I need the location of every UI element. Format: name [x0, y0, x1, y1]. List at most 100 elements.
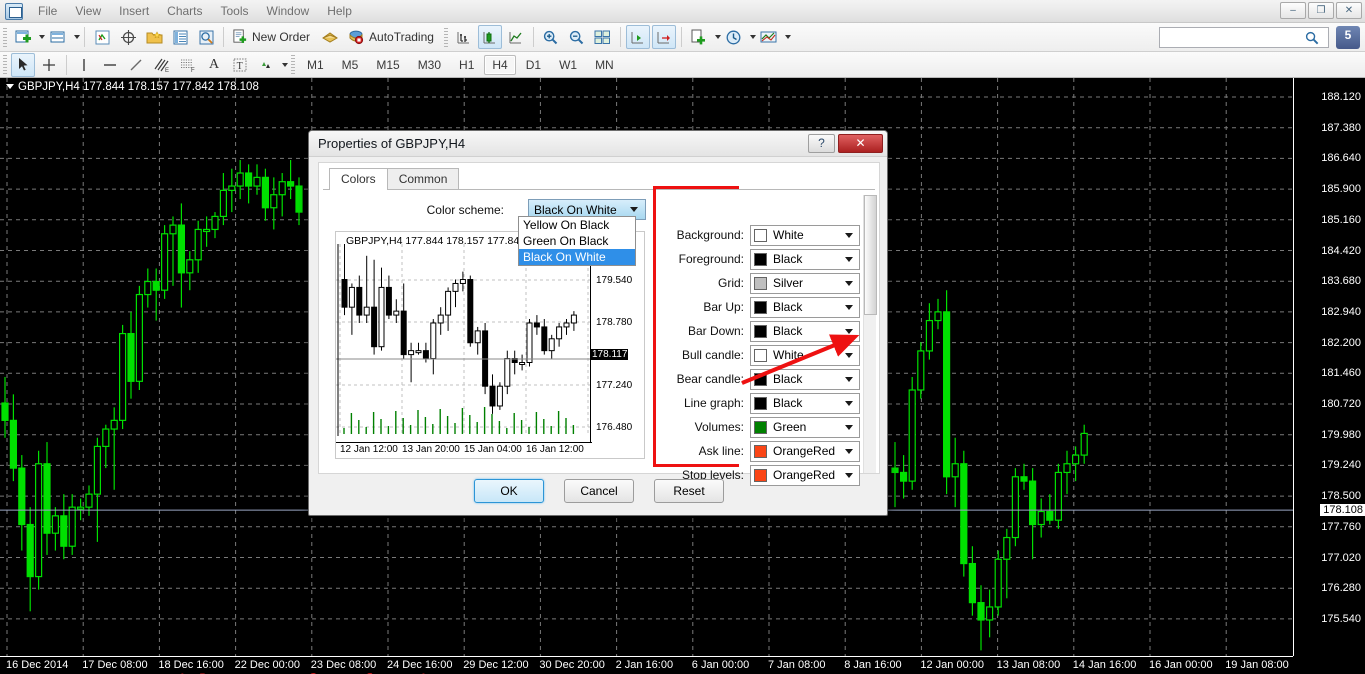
- tile-windows-icon[interactable]: [591, 25, 615, 49]
- line-chart-icon[interactable]: [504, 25, 528, 49]
- new-order-button[interactable]: New Order: [229, 25, 316, 49]
- market-watch-icon[interactable]: [90, 25, 114, 49]
- tab-common[interactable]: Common: [386, 168, 460, 190]
- chevron-down-icon: [845, 256, 853, 262]
- chart-profiles-icon[interactable]: [46, 25, 70, 49]
- chart-profiles-dropdown-icon[interactable]: [74, 35, 80, 39]
- scheme-option-0[interactable]: Yellow On Black: [519, 217, 635, 233]
- text-icon[interactable]: A: [202, 53, 226, 77]
- new-chart-dropdown-icon[interactable]: [39, 35, 45, 39]
- dialog-button-row: OK Cancel Reset: [309, 479, 889, 503]
- terminal-icon[interactable]: [194, 25, 218, 49]
- restore-button[interactable]: ❐: [1308, 2, 1334, 19]
- dialog-scrollbar[interactable]: [863, 195, 877, 473]
- menu-bar: File View Insert Charts Tools Window Help – ❐ …: [0, 0, 1365, 23]
- dialog-title-bar: Properties of GBPJPY,H4 ? ✕: [309, 131, 887, 157]
- toolbar-divider: [619, 27, 621, 47]
- timeframe-h4[interactable]: H4: [484, 54, 516, 75]
- color-select-0[interactable]: White: [750, 224, 860, 246]
- ok-button[interactable]: OK: [474, 479, 544, 503]
- text-label-icon[interactable]: T: [228, 53, 252, 77]
- shapes-icon[interactable]: [254, 53, 278, 77]
- color-swatch-icon: [754, 396, 767, 410]
- color-scheme-dropdown-list[interactable]: Yellow On Black Green On Black Black On Wh…: [518, 216, 636, 266]
- chart-menu-triangle-icon[interactable]: [6, 84, 14, 90]
- watermark-text: copyright@ www.forexfunction.com: [118, 670, 505, 674]
- navigator-icon[interactable]: [142, 25, 166, 49]
- cancel-button[interactable]: Cancel: [564, 479, 634, 503]
- preview-current-price: 178.117: [591, 349, 629, 360]
- tab-colors[interactable]: Colors: [329, 168, 388, 190]
- zoom-in-icon[interactable]: [539, 25, 563, 49]
- reset-button[interactable]: Reset: [654, 479, 724, 503]
- auto-scroll-icon[interactable]: [625, 25, 650, 49]
- timeframe-m30[interactable]: M30: [410, 55, 449, 75]
- timeframe-m15[interactable]: M15: [368, 55, 407, 75]
- help-button[interactable]: ?: [808, 134, 835, 153]
- new-chart-icon[interactable]: [11, 25, 35, 49]
- crosshair-icon[interactable]: [116, 25, 140, 49]
- timeframe-m1[interactable]: M1: [299, 55, 332, 75]
- equidistant-channel-icon[interactable]: E: [150, 53, 174, 77]
- mt4-app-icon: [5, 2, 23, 20]
- timeframe-h1[interactable]: H1: [451, 55, 482, 75]
- crosshair-icon[interactable]: [37, 53, 61, 77]
- color-select-9[interactable]: OrangeRed: [750, 440, 860, 462]
- indicator-dropdown-icon[interactable]: [714, 35, 721, 39]
- period-icon[interactable]: [722, 25, 746, 49]
- price-tick-label: 181.460: [1321, 367, 1361, 380]
- data-window-icon[interactable]: [168, 25, 192, 49]
- timeframe-mn[interactable]: MN: [587, 55, 622, 75]
- color-select-7[interactable]: Black: [750, 392, 860, 414]
- menu-item-insert[interactable]: Insert: [110, 1, 158, 21]
- preview-time-axis: 12 Jan 12:00 13 Jan 20:00 15 Jan 04:00 16 J…: [336, 442, 592, 458]
- menu-item-window[interactable]: Window: [258, 1, 319, 21]
- cursor-icon[interactable]: [11, 52, 35, 77]
- notification-badge[interactable]: 5: [1336, 26, 1360, 49]
- trendline-icon[interactable]: [124, 53, 148, 77]
- zoom-out-icon[interactable]: [565, 25, 589, 49]
- menu-item-charts[interactable]: Charts: [158, 1, 211, 21]
- menu-item-file[interactable]: File: [29, 1, 66, 21]
- templates-dropdown-icon[interactable]: [784, 35, 791, 39]
- color-select-1[interactable]: Black: [750, 248, 860, 270]
- toolbar-grip[interactable]: [3, 27, 7, 47]
- toolbar-grip[interactable]: [291, 55, 295, 74]
- chart-shift-icon[interactable]: [651, 25, 676, 49]
- toolbar-grip[interactable]: [3, 55, 7, 74]
- scrollbar-thumb[interactable]: [864, 195, 877, 315]
- search-box[interactable]: [1159, 27, 1329, 48]
- scheme-option-1[interactable]: Green On Black: [519, 233, 635, 249]
- properties-dialog[interactable]: Properties of GBPJPY,H4 ? ✕ Colors Common…: [308, 130, 888, 516]
- timeframe-d1[interactable]: D1: [518, 55, 549, 75]
- tab-underline: [323, 189, 875, 190]
- menu-item-view[interactable]: View: [66, 1, 110, 21]
- fibonacci-icon[interactable]: F: [176, 53, 200, 77]
- templates-icon[interactable]: [757, 25, 781, 49]
- autotrading-button[interactable]: AutoTrading: [344, 25, 440, 49]
- vertical-line-icon[interactable]: [72, 53, 96, 77]
- color-select-3[interactable]: Black: [750, 296, 860, 318]
- timeframe-w1[interactable]: W1: [551, 55, 585, 75]
- price-axis[interactable]: 188.120 187.380 186.640 185.900 185.160 184.4…: [1293, 78, 1365, 656]
- bar-chart-icon[interactable]: [452, 25, 476, 49]
- color-select-2[interactable]: Silver: [750, 272, 860, 294]
- shapes-dropdown-icon[interactable]: [282, 62, 288, 67]
- price-tick-label: 182.940: [1321, 305, 1361, 318]
- candlestick-chart-icon[interactable]: [477, 25, 502, 49]
- minimize-button[interactable]: –: [1280, 2, 1306, 19]
- timeframe-m5[interactable]: M5: [334, 55, 367, 75]
- price-tick-label: 185.900: [1321, 183, 1361, 196]
- menu-item-tools[interactable]: Tools: [212, 1, 258, 21]
- new-indicator-icon[interactable]: [687, 25, 711, 49]
- search-input[interactable]: [1164, 29, 1304, 46]
- expert-advisors-icon[interactable]: [318, 25, 342, 49]
- color-select-8[interactable]: Green: [750, 416, 860, 438]
- horizontal-line-icon[interactable]: [98, 53, 122, 77]
- menu-item-help[interactable]: Help: [318, 1, 361, 21]
- scheme-option-2[interactable]: Black On White: [519, 249, 635, 265]
- period-dropdown-icon[interactable]: [749, 35, 756, 39]
- dialog-close-button[interactable]: ✕: [838, 134, 883, 153]
- close-button[interactable]: ✕: [1336, 2, 1362, 19]
- toolbar-grip[interactable]: [443, 27, 448, 47]
